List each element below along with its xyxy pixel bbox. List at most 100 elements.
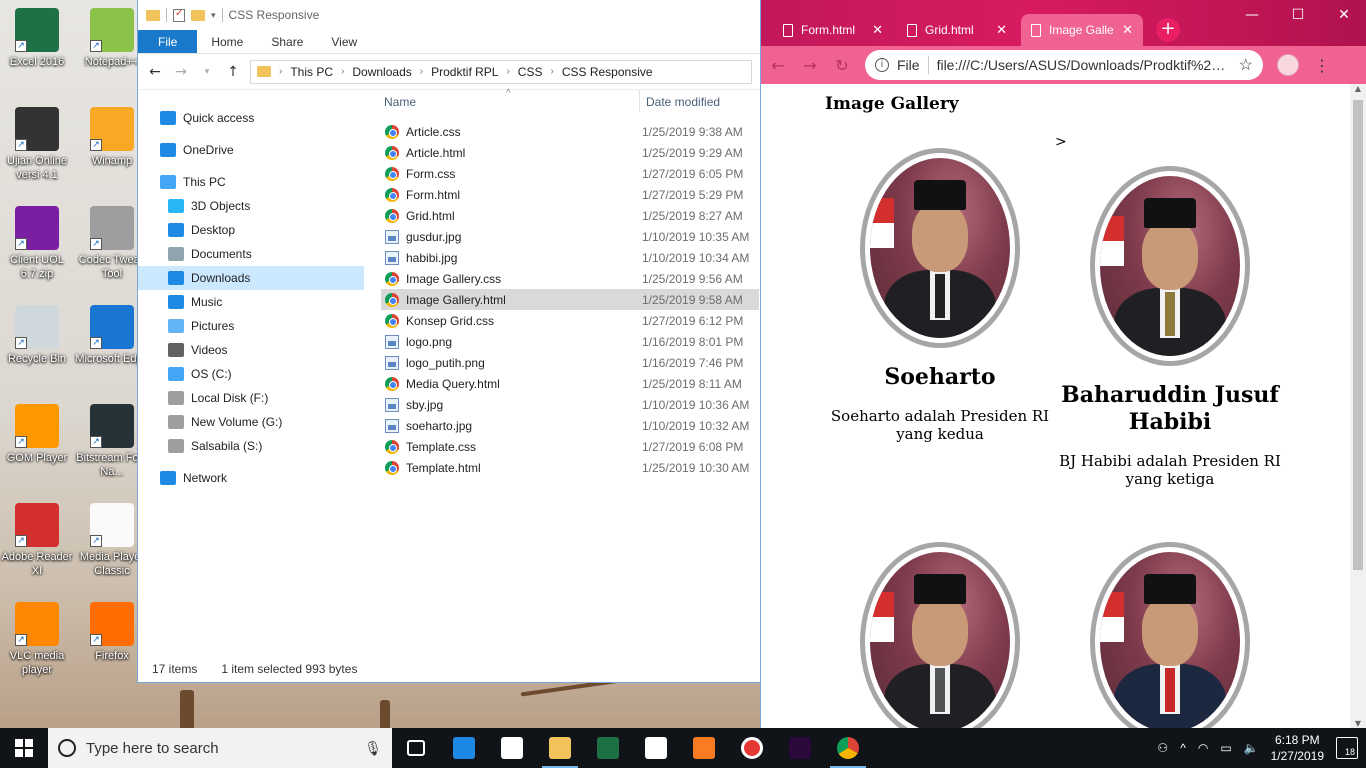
file-row[interactable]: gusdur.jpg 1/10/2019 10:35 AM [381, 226, 759, 247]
tab-home[interactable]: Home [197, 30, 257, 53]
taskbar-app-task-view[interactable] [392, 728, 440, 768]
file-row[interactable]: Template.html 1/25/2019 10:30 AM [381, 457, 759, 478]
nav-item-desktop[interactable]: Desktop [138, 218, 364, 242]
file-row[interactable]: habibi.jpg 1/10/2019 10:34 AM [381, 247, 759, 268]
file-row[interactable]: logo.png 1/16/2019 8:01 PM [381, 331, 759, 352]
file-row[interactable]: Image Gallery.html 1/25/2019 9:58 AM [381, 289, 759, 310]
new-tab-button[interactable]: + [1156, 18, 1180, 42]
address-bar[interactable]: i File file:///C:/Users/ASUS/Downloads/P… [865, 50, 1263, 80]
back-arrow-icon[interactable]: ← [146, 64, 164, 80]
up-arrow-icon[interactable]: ↑ [224, 64, 242, 80]
close-icon[interactable]: ✕ [872, 22, 883, 38]
url-text[interactable]: file:///C:/Users/ASUS/Downloads/Prodktif… [937, 57, 1231, 73]
menu-dots-icon[interactable]: ⋮ [1313, 56, 1331, 75]
explorer-titlebar[interactable]: ▾ CSS Responsive [138, 0, 760, 30]
maximize-button[interactable]: ☐ [1275, 0, 1321, 30]
address-bar[interactable]: › This PC › Downloads › Prodktif RPL › C… [250, 59, 752, 84]
nav-item-music[interactable]: Music [138, 290, 364, 314]
taskbar-app-chrome[interactable] [824, 728, 872, 768]
nav-item-3d-objects[interactable]: 3D Objects [138, 194, 364, 218]
desktop-icon-excel[interactable]: ↗ Excel 2016 [0, 8, 74, 69]
nav-item-downloads[interactable]: Downloads [138, 266, 364, 290]
nav-item-documents[interactable]: Documents [138, 242, 364, 266]
taskbar-app-premiere[interactable] [776, 728, 824, 768]
nav-item-os-c[interactable]: OS (C:) [138, 362, 364, 386]
tab-view[interactable]: View [317, 30, 371, 53]
tab-file[interactable]: File [138, 30, 198, 53]
tab-share[interactable]: Share [257, 30, 317, 53]
taskbar-app-excel[interactable] [584, 728, 632, 768]
forward-arrow-icon[interactable]: → [172, 64, 190, 80]
taskbar-app-mail[interactable] [488, 728, 536, 768]
desktop-icon-gom-player[interactable]: ↗ GOM Player [0, 404, 74, 465]
taskbar-app-edge[interactable] [440, 728, 488, 768]
desktop-icon-vlc[interactable]: ↗ VLC media player [0, 602, 74, 677]
column-date-header[interactable]: Date modified [646, 95, 720, 109]
properties-icon[interactable] [173, 8, 185, 22]
clock[interactable]: 6:18 PM 1/27/2019 [1271, 732, 1324, 764]
vertical-scrollbar[interactable]: ▲ ▼ [1350, 84, 1366, 728]
wifi-icon[interactable]: ◠ [1198, 741, 1208, 755]
new-folder-icon[interactable] [191, 9, 205, 21]
minimize-button[interactable]: — [1229, 0, 1275, 30]
desktop-icon-recycle-bin[interactable]: ↗ Recycle Bin [0, 305, 74, 366]
taskbar-app-store[interactable] [632, 728, 680, 768]
close-icon[interactable]: ✕ [1122, 22, 1133, 38]
desktop-icon-monitor[interactable]: ↗ Ujian Online versi 4.1 [0, 107, 74, 182]
nav-item-new-volume-g[interactable]: New Volume (G:) [138, 410, 364, 434]
taskbar-search[interactable]: Type here to search 🎙 [48, 728, 392, 768]
file-row[interactable]: Grid.html 1/25/2019 8:27 AM [381, 205, 759, 226]
taskbar-app-record[interactable] [728, 728, 776, 768]
file-row[interactable]: Konsep Grid.css 1/27/2019 6:12 PM [381, 310, 759, 331]
battery-icon[interactable]: ▭ [1220, 741, 1231, 755]
back-arrow-icon[interactable]: ← [769, 56, 787, 75]
file-row[interactable]: logo_putih.png 1/16/2019 7:46 PM [381, 352, 759, 373]
close-window-button[interactable]: ✕ [1321, 0, 1366, 30]
taskbar-app-xampp[interactable] [680, 728, 728, 768]
nav-item-onedrive[interactable]: OneDrive [138, 138, 364, 162]
start-button[interactable] [0, 728, 48, 768]
file-row[interactable]: Template.css 1/27/2019 6:08 PM [381, 436, 759, 457]
bookmark-star-icon[interactable]: ☆ [1239, 55, 1253, 75]
breadcrumb-downloads[interactable]: Downloads [352, 65, 411, 79]
file-row[interactable]: Article.html 1/25/2019 9:29 AM [381, 142, 759, 163]
scrollbar-thumb[interactable] [1353, 100, 1363, 570]
scroll-up-icon[interactable]: ▲ [1350, 84, 1366, 93]
file-row[interactable]: Media Query.html 1/25/2019 8:11 AM [381, 373, 759, 394]
chevron-right-icon[interactable]: › [279, 66, 282, 77]
column-name-header[interactable]: Name [384, 95, 416, 109]
folder-icon[interactable] [146, 9, 160, 21]
nav-item-pictures[interactable]: Pictures [138, 314, 364, 338]
desktop-icon-winrar[interactable]: ↗ Client UOL 6.7.zip [0, 206, 74, 281]
nav-item-videos[interactable]: Videos [138, 338, 364, 362]
nav-item-quick-access[interactable]: Quick access [138, 106, 364, 130]
taskbar-app-file-explorer[interactable] [536, 728, 584, 768]
tab-form[interactable]: Form.html ✕ [773, 14, 893, 46]
chevron-right-icon[interactable]: › [420, 66, 423, 77]
nav-item-local-disk-f[interactable]: Local Disk (F:) [138, 386, 364, 410]
file-row[interactable]: soeharto.jpg 1/10/2019 10:32 AM [381, 415, 759, 436]
breadcrumb-css-responsive[interactable]: CSS Responsive [562, 65, 653, 79]
file-row[interactable]: Form.html 1/27/2019 5:29 PM [381, 184, 759, 205]
column-divider[interactable] [639, 90, 640, 112]
people-icon[interactable]: ⚇ [1157, 741, 1168, 755]
file-explorer-window[interactable]: ▾ CSS Responsive File Home Share View ← … [137, 0, 761, 683]
action-center-icon[interactable]: 18 [1336, 737, 1358, 759]
breadcrumb-prodktif-rpl[interactable]: Prodktif RPL [431, 65, 498, 79]
breadcrumb-css[interactable]: CSS [518, 65, 543, 79]
chevron-right-icon[interactable]: › [341, 66, 344, 77]
profile-avatar[interactable] [1277, 54, 1299, 76]
nav-item-network[interactable]: Network [138, 466, 364, 490]
chevron-down-icon[interactable]: ▾ [211, 10, 216, 21]
file-row[interactable]: Image Gallery.css 1/25/2019 9:56 AM [381, 268, 759, 289]
desktop-icon-adobe-reader[interactable]: ↗ Adobe Reader XI [0, 503, 74, 578]
chevron-right-icon[interactable]: › [550, 66, 553, 77]
chevron-up-icon[interactable]: ^ [1180, 741, 1186, 755]
tab-image-gallery[interactable]: Image Galle ✕ [1021, 14, 1143, 46]
scroll-down-icon[interactable]: ▼ [1350, 719, 1366, 728]
chrome-window[interactable]: Form.html ✕ Grid.html ✕ Image Galle ✕ + … [760, 0, 1366, 728]
breadcrumb-this-pc[interactable]: This PC [290, 65, 333, 79]
file-row[interactable]: sby.jpg 1/10/2019 10:36 AM [381, 394, 759, 415]
close-icon[interactable]: ✕ [996, 22, 1007, 38]
nav-item-this-pc[interactable]: This PC [138, 170, 364, 194]
